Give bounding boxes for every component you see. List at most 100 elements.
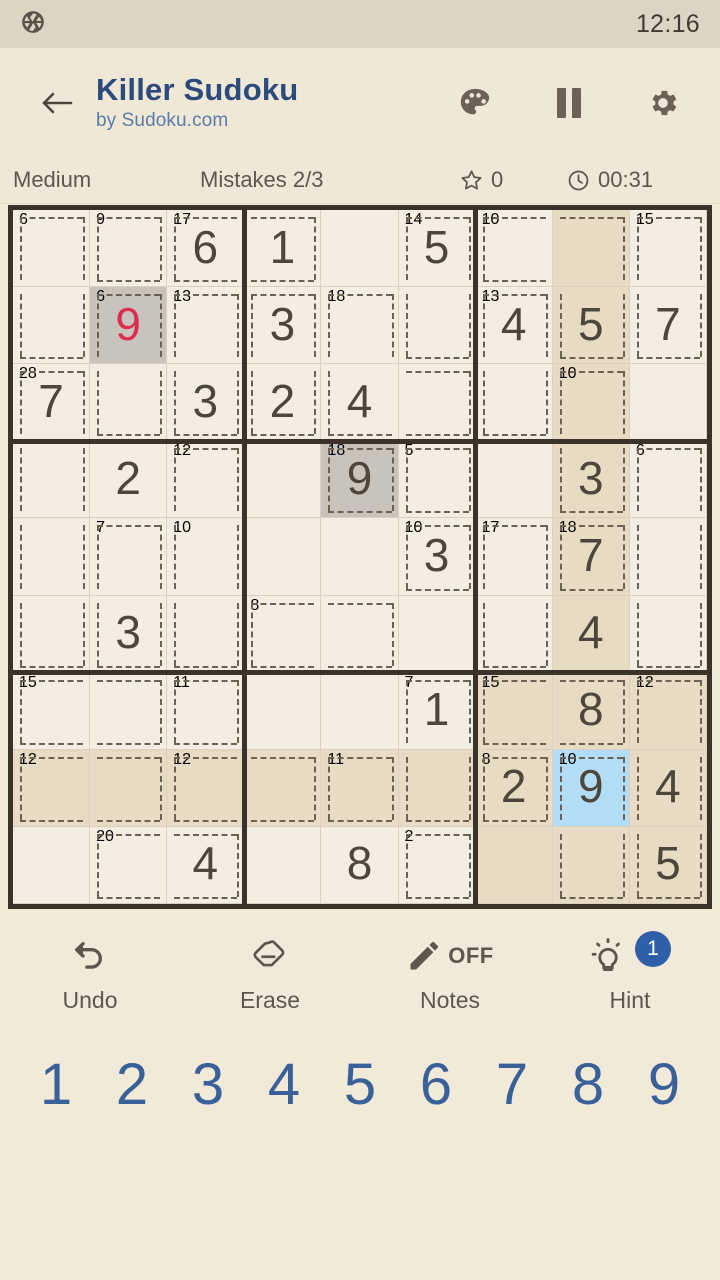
grid-cell-r4c7[interactable] [475, 441, 553, 519]
grid-cell-r8c4[interactable] [244, 749, 322, 827]
back-button[interactable] [30, 76, 84, 130]
cage-border [328, 448, 331, 512]
grid-cell-r8c6[interactable] [398, 749, 476, 827]
cell-value: 3 [115, 606, 141, 659]
grid-cell-r9c7[interactable] [475, 826, 553, 904]
grid-cell-r6c6[interactable] [398, 595, 476, 673]
cage-border [405, 525, 469, 528]
grid-cell-r1c4[interactable]: 1 [244, 210, 322, 288]
grid-cell-r9c4[interactable] [244, 826, 322, 904]
grid-cell-r5c1[interactable] [13, 518, 91, 596]
grid-cell-r9c8[interactable] [552, 826, 630, 904]
difficulty-label: Medium [13, 167, 92, 192]
numpad-key-8[interactable]: 8 [550, 1051, 626, 1118]
cage-border [328, 665, 392, 668]
numpad-key-3[interactable]: 3 [170, 1051, 246, 1118]
cage-border [545, 371, 548, 435]
grid-cell-r3c6[interactable] [398, 364, 476, 442]
grid-cell-r8c2[interactable] [90, 749, 168, 827]
cage-border [405, 679, 408, 743]
notes-button[interactable]: OFF Notes [360, 933, 540, 1014]
number-pad[interactable]: 123456789 [0, 1024, 720, 1144]
numpad-key-1[interactable]: 1 [18, 1051, 94, 1118]
gear-icon[interactable] [636, 76, 690, 130]
cage-border [622, 525, 625, 589]
grid-cell-r7c8[interactable]: 8 [552, 672, 630, 750]
cage-border [97, 819, 161, 822]
grid-cell-r8c9[interactable]: 4 [629, 749, 707, 827]
cage-border [174, 756, 177, 820]
cage-border [405, 434, 469, 437]
cage-border [700, 679, 702, 743]
cage-border [20, 371, 22, 435]
grid-cell-r7c2[interactable] [90, 672, 168, 750]
numpad-key-5[interactable]: 5 [322, 1051, 398, 1118]
grid-cell-r2c9[interactable]: 7 [629, 287, 707, 365]
grid-cell-r9c9[interactable]: 5 [629, 826, 707, 904]
cell-value: 2 [115, 451, 141, 504]
grid-cell-r6c8[interactable]: 4 [552, 595, 630, 673]
grid-cell-r5c9[interactable] [629, 518, 707, 596]
grid-cell-r9c3[interactable]: 4 [167, 826, 245, 904]
numpad-key-9[interactable]: 9 [626, 1051, 702, 1118]
cage-border [20, 679, 84, 682]
cage-border [636, 833, 639, 897]
grid-cell-r3c3[interactable]: 3 [167, 364, 245, 442]
cell-value: 4 [346, 374, 373, 427]
numpad-key-4[interactable]: 4 [246, 1051, 322, 1118]
cage-border [328, 371, 331, 435]
cage-border [328, 448, 392, 451]
grid-cell-r3c7[interactable] [475, 364, 553, 442]
cage-border [97, 897, 161, 899]
cage-border [251, 280, 315, 283]
palette-icon[interactable] [448, 76, 502, 130]
grid-cell-r4c4[interactable] [244, 441, 322, 519]
grid-cell-r4c1[interactable] [13, 441, 91, 519]
grid-cell-r7c5[interactable] [321, 672, 399, 750]
grid-cell-r7c4[interactable] [244, 672, 322, 750]
cage-border [20, 217, 84, 219]
cage-border [545, 602, 548, 666]
grid-cell-r6c9[interactable] [629, 595, 707, 673]
undo-arrow-icon [75, 941, 102, 969]
sudoku-grid[interactable]: 6 1 5 9 3 4 5 7 7 3 2 4 2 9 3 3 7 3 4 1 8 2 9 4 4 8 5 6 9 17 14 10 15 6 13… [13, 210, 707, 904]
grid-cell-r6c3[interactable] [167, 595, 245, 673]
grid-cell-r3c5[interactable]: 4 [321, 364, 399, 442]
grid-cell-r3c4[interactable]: 2 [244, 364, 322, 442]
erase-button[interactable]: Erase [180, 933, 360, 1014]
grid-cell-r1c8[interactable] [552, 210, 630, 288]
undo-button[interactable]: Undo [0, 933, 180, 1014]
cage-border [20, 371, 84, 374]
grid-cell-r6c7[interactable] [475, 595, 553, 673]
grid-cell-r2c4[interactable]: 3 [244, 287, 322, 365]
cage-border [559, 371, 562, 435]
grid-cell-r4c8[interactable]: 3 [552, 441, 630, 519]
cage-border [97, 434, 161, 437]
grid-cell-r6c5[interactable] [321, 595, 399, 673]
box-divider-horizontal [13, 438, 707, 444]
numpad-key-2[interactable]: 2 [94, 1051, 170, 1118]
cage-border [559, 679, 623, 682]
hint-button[interactable]: 1 Hint [540, 931, 720, 1014]
grid-cell-r9c5[interactable]: 8 [321, 826, 399, 904]
grid-cell-r1c5[interactable] [321, 210, 399, 288]
cage-border [559, 217, 623, 219]
grid-cell-r5c5[interactable] [321, 518, 399, 596]
grid-cell-r6c1[interactable] [13, 595, 91, 673]
cage-border [700, 525, 702, 589]
grid-cell-r3c9[interactable] [629, 364, 707, 442]
pause-icon[interactable] [542, 76, 596, 130]
grid-cell-r2c6[interactable] [398, 287, 476, 365]
cage-border [328, 434, 392, 437]
grid-cell-r2c8[interactable]: 5 [552, 287, 630, 365]
sudoku-board[interactable]: 6 1 5 9 3 4 5 7 7 3 2 4 2 9 3 3 7 3 4 1 8 2 9 4 4 8 5 6 9 17 14 10 15 6 13… [8, 205, 712, 909]
cage-border [237, 448, 240, 512]
grid-cell-r9c1[interactable] [13, 826, 91, 904]
grid-cell-r6c2[interactable]: 3 [90, 595, 168, 673]
grid-cell-r2c1[interactable] [13, 287, 91, 365]
numpad-key-7[interactable]: 7 [474, 1051, 550, 1118]
grid-cell-r4c2[interactable]: 2 [90, 441, 168, 519]
grid-cell-r3c2[interactable] [90, 364, 168, 442]
numpad-key-6[interactable]: 6 [398, 1051, 474, 1118]
grid-cell-r5c4[interactable] [244, 518, 322, 596]
